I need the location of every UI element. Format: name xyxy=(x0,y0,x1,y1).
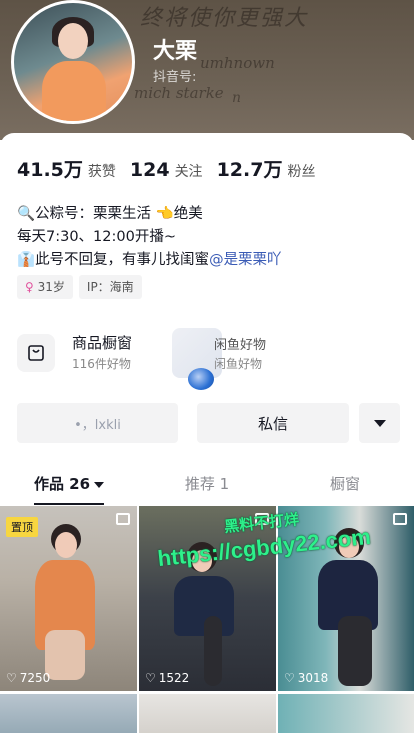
tie-icon: 👔 xyxy=(17,252,36,268)
profile-name: 大栗 xyxy=(153,39,198,64)
figure xyxy=(25,520,115,690)
stat-label: 关注 xyxy=(174,164,203,180)
stat-value: 12.7万 xyxy=(216,159,283,181)
bio-text: 绝美 xyxy=(173,206,203,222)
heart-icon: ♡ xyxy=(284,671,295,685)
bio-text: 此号不回复，有事儿找闺蜜 xyxy=(35,252,210,268)
bag-icon xyxy=(17,334,55,372)
bio-line: 👔此号不回复，有事儿找闺蜜@是栗栗吖 xyxy=(17,249,282,272)
like-count: ♡ 1522 xyxy=(145,671,189,685)
tab-label: 橱窗 xyxy=(329,475,360,493)
header-scribble: mich starke xyxy=(134,84,224,102)
search-icon: 🔍 xyxy=(17,206,36,222)
tab-showcase[interactable]: 橱窗 xyxy=(276,469,414,505)
profile-card: 41.5万 获赞 124 关注 12.7万 粉丝 🔍公粽号：栗栗生活 👈绝美 每… xyxy=(0,133,414,733)
message-button[interactable]: 私信 xyxy=(197,403,349,443)
content-tabs: 作品 26 推荐 1 橱窗 xyxy=(0,469,414,505)
heart-icon: ♡ xyxy=(6,671,17,685)
avatar-figure-dress xyxy=(42,61,106,121)
more-button[interactable] xyxy=(359,403,400,443)
pinned-badge: 置顶 xyxy=(6,517,38,537)
tags-row: ♀ 31岁 IP：海南 xyxy=(17,275,148,299)
avatar-figure-face xyxy=(58,23,88,59)
figure-legs xyxy=(45,630,85,680)
heart-icon: ♡ xyxy=(145,671,156,685)
shop2-subtitle: 闲鱼好物 xyxy=(214,357,263,371)
header-scribble: 终将使你更强大 xyxy=(140,6,309,31)
secondary-shop-entry[interactable]: 闲鱼好物 闲鱼好物 xyxy=(172,326,297,390)
profile-handle: 抖音号: xyxy=(153,70,197,85)
bio-text: 公粽号：栗栗生活 xyxy=(35,206,152,222)
ip-tag: IP：海南 xyxy=(78,275,142,299)
tab-label: 推荐 1 xyxy=(184,475,230,493)
shop-subtitle: 116件好物 xyxy=(72,357,131,371)
triangle-down-icon xyxy=(373,419,386,427)
avatar[interactable] xyxy=(11,0,135,124)
multi-image-icon xyxy=(116,513,130,525)
stats-row: 41.5万 获赞 124 关注 12.7万 粉丝 xyxy=(17,155,329,182)
bio: 🔍公粽号：栗栗生活 👈绝美 每天7:30、12:00开播~ 👔此号不回复，有事儿… xyxy=(17,203,282,272)
figure-legs xyxy=(338,616,372,686)
bio-line: 🔍公粽号：栗栗生活 👈绝美 xyxy=(17,203,282,226)
stat-label: 获赞 xyxy=(87,164,116,180)
shop-title: 商品橱窗 xyxy=(72,334,133,352)
profile-header: 终将使你更强大 umhnown mich starke n 大栗 抖音号: xyxy=(0,0,414,140)
bio-line: 每天7:30、12:00开播~ xyxy=(17,229,176,245)
stat-likes[interactable]: 41.5万 获赞 xyxy=(17,155,116,182)
shop2-title: 闲鱼好物 xyxy=(214,338,267,353)
tab-works[interactable]: 作品 26 xyxy=(0,469,138,505)
multi-image-icon xyxy=(393,513,407,525)
like-count: ♡ 3018 xyxy=(284,671,328,685)
age-tag: ♀ 31岁 xyxy=(17,275,73,299)
like-count: ♡ 7250 xyxy=(6,671,50,685)
shop-window-entry[interactable]: 商品橱窗 116件好物 xyxy=(17,326,157,380)
female-icon: ♀ xyxy=(25,280,34,294)
blue-orb-icon xyxy=(188,368,214,390)
stat-value: 41.5万 xyxy=(17,159,83,181)
mention-link[interactable]: @是栗栗吖 xyxy=(209,252,282,268)
header-scribble: n xyxy=(232,90,242,106)
pointing-hand-icon: 👈 xyxy=(155,206,174,222)
like-count-value: 1522 xyxy=(158,671,190,685)
follow-button[interactable]: •，lxkli xyxy=(17,403,178,443)
like-count-value: 3018 xyxy=(297,671,329,685)
video-tile[interactable] xyxy=(139,694,276,733)
figure-face xyxy=(55,532,77,558)
like-count-value: 7250 xyxy=(19,671,51,685)
video-tile[interactable]: 置顶 ♡ 7250 xyxy=(0,506,137,691)
tab-recommend[interactable]: 推荐 1 xyxy=(138,469,276,505)
figure-legs xyxy=(204,616,222,686)
stat-following[interactable]: 124 关注 xyxy=(130,159,203,181)
stat-label: 粉丝 xyxy=(287,164,316,180)
action-buttons: •，lxkli 私信 xyxy=(17,403,400,443)
tag-label: 31岁 xyxy=(37,280,65,294)
video-tile[interactable] xyxy=(278,694,414,733)
stat-value: 124 xyxy=(129,159,170,181)
tab-label: 作品 26 xyxy=(33,475,91,493)
stat-followers[interactable]: 12.7万 粉丝 xyxy=(217,155,316,182)
tag-label: IP：海南 xyxy=(86,280,134,294)
header-scribble: umhnown xyxy=(200,54,275,72)
video-tile[interactable] xyxy=(0,694,137,733)
caret-down-icon xyxy=(94,481,105,488)
